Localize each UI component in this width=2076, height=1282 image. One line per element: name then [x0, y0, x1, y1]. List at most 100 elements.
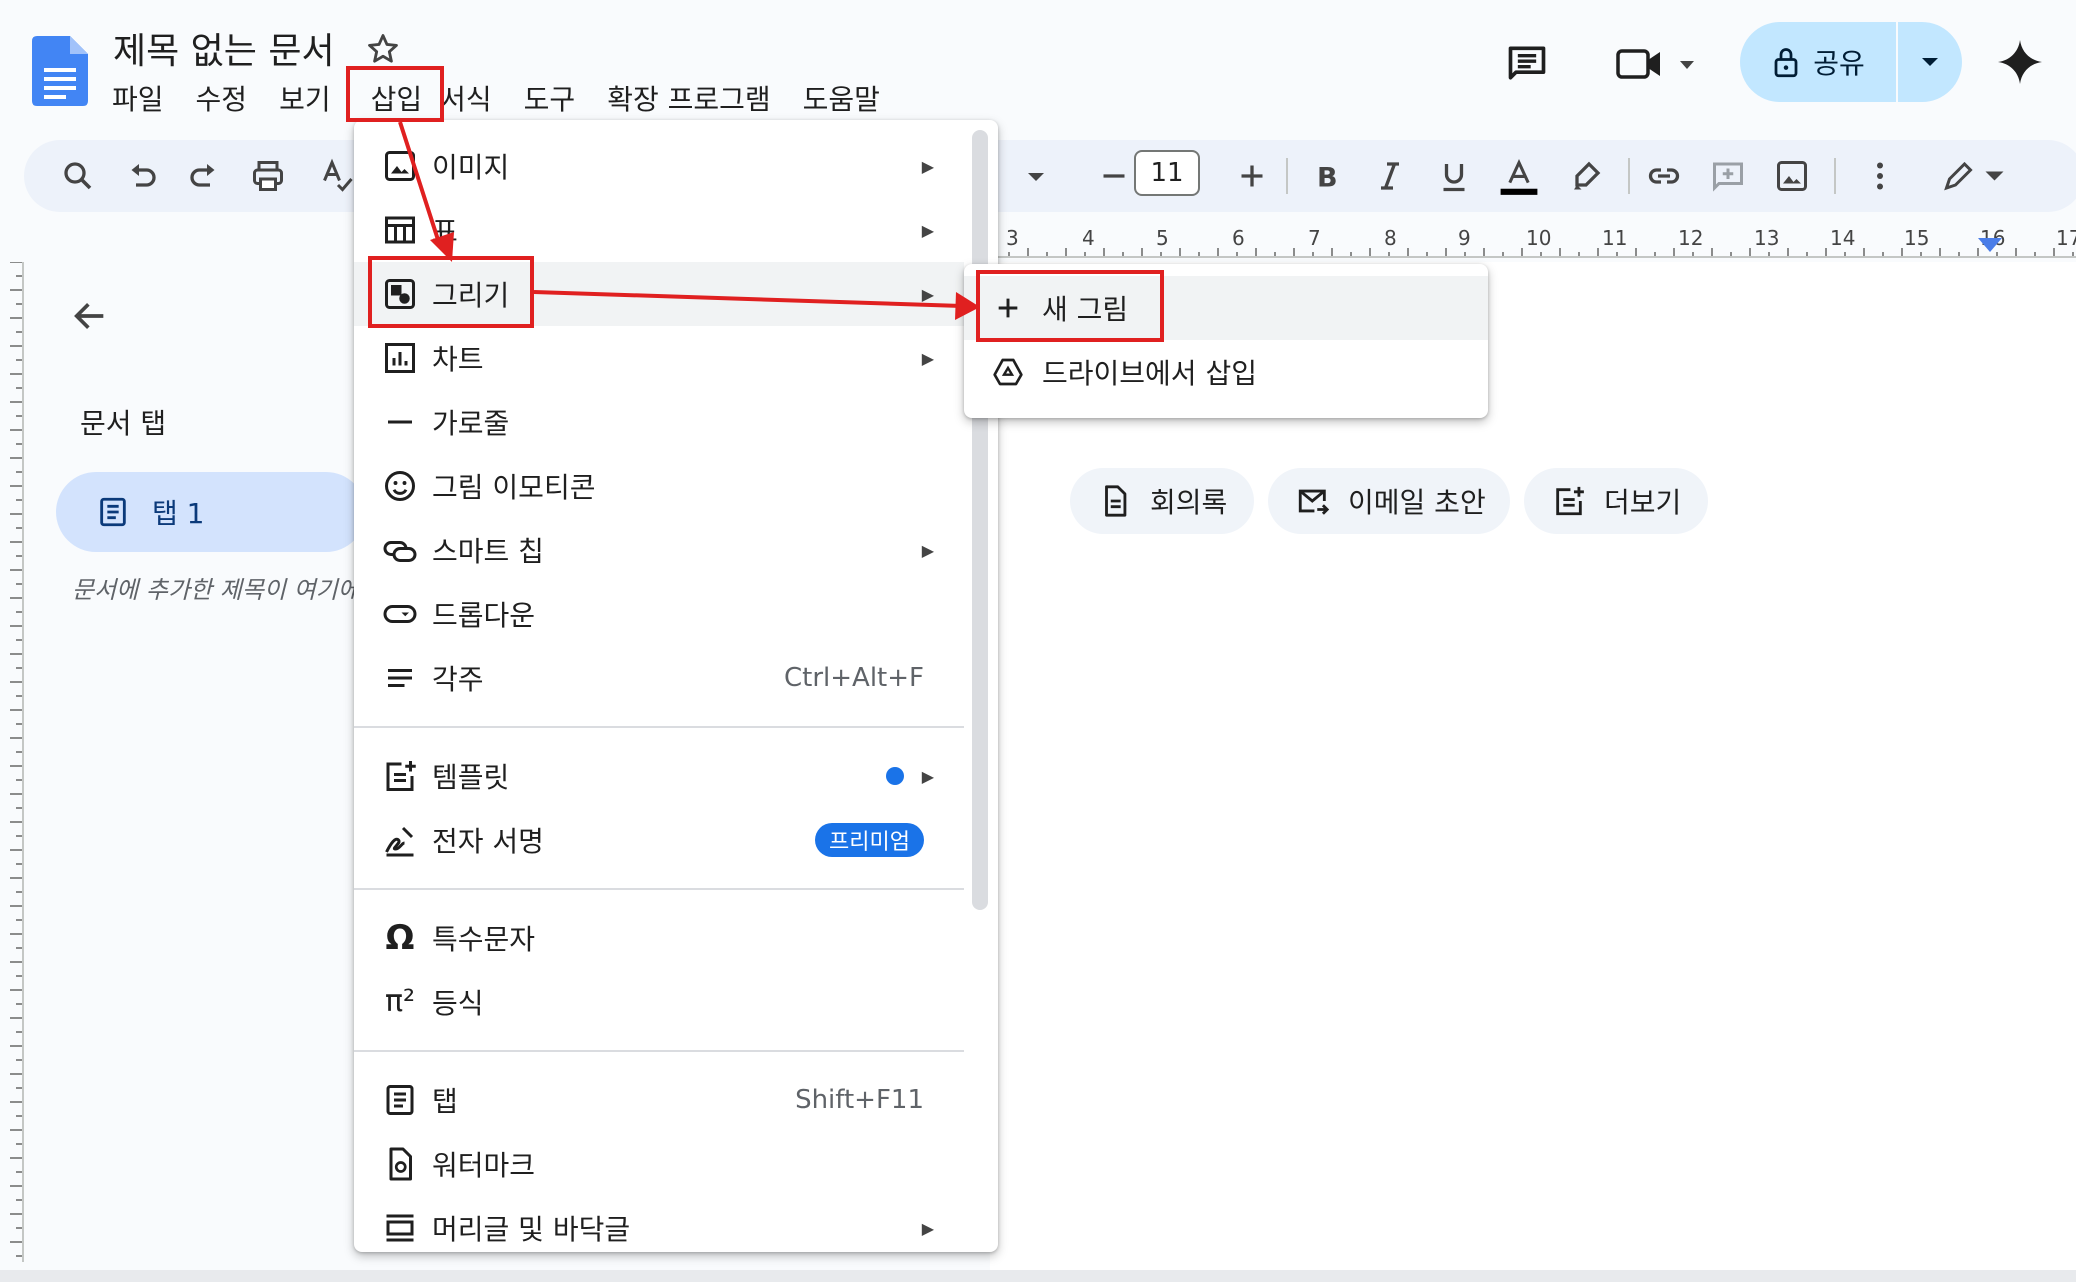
annotation-box-drawing: [368, 256, 534, 328]
submenu-item-from-drive[interactable]: 드라이브에서 삽입: [964, 340, 1488, 404]
menu-item-label: 이미지: [432, 151, 510, 184]
annotation-box-insert-menu: [346, 66, 444, 122]
underline-icon[interactable]: [1436, 158, 1472, 194]
submenu-arrow-icon: ▶: [921, 156, 934, 176]
tab-hint-text: 문서에 추가한 제목이 여기에 표시됩니다: [72, 576, 358, 604]
highlight-icon[interactable]: [1568, 158, 1604, 194]
font-size-input[interactable]: 11: [1134, 150, 1200, 196]
menu-item-tab[interactable]: 탭 Shift+F11: [354, 1068, 964, 1132]
right-indent-marker-icon[interactable]: [1978, 238, 2002, 254]
menu-divider: [354, 726, 964, 728]
share-button[interactable]: 공유: [1740, 22, 1962, 102]
menu-item-header-footer[interactable]: 머리글 및 바닥글 ▶: [354, 1196, 964, 1252]
menu-item-equation[interactable]: π² 등식: [354, 970, 964, 1034]
shortcut-text: Ctrl+Alt+F: [784, 663, 924, 693]
submenu-arrow-icon: ▶: [921, 540, 934, 560]
header-footer-icon: [386, 1214, 414, 1242]
gemini-spark-icon[interactable]: [1996, 38, 2044, 86]
sidebar-tab-1[interactable]: 탭 1: [56, 472, 366, 552]
comments-icon[interactable]: [1505, 41, 1549, 85]
insert-image-icon[interactable]: [1774, 158, 1810, 194]
bold-icon[interactable]: B: [1308, 158, 1344, 194]
editing-mode-icon[interactable]: [1940, 158, 2010, 194]
share-main[interactable]: 공유: [1740, 22, 1898, 102]
back-arrow-icon[interactable]: [70, 296, 110, 336]
decrease-font-size-icon[interactable]: [1096, 158, 1132, 194]
menu-item-watermark[interactable]: 워터마크: [354, 1132, 964, 1196]
ruler-number: 5: [1156, 226, 1169, 250]
template-icon: [386, 761, 416, 791]
meet-video-icon[interactable]: [1614, 45, 1704, 83]
emoji-icon: [385, 471, 415, 501]
share-label: 공유: [1813, 47, 1865, 80]
toolbar: B: [24, 140, 2076, 212]
menu-item-label: 전자 서명: [432, 825, 544, 858]
ruler-number: 14: [1830, 226, 1856, 250]
more-options-icon[interactable]: [1862, 158, 1898, 194]
menu-item-special-characters[interactable]: Ω 특수문자: [354, 906, 964, 970]
menu-file[interactable]: 파일: [112, 78, 164, 118]
horizontal-scrollbar[interactable]: [0, 1270, 2076, 1282]
chip-meeting-notes[interactable]: 회의록: [1070, 468, 1254, 534]
search-icon[interactable]: [60, 158, 96, 194]
chip-more[interactable]: 더보기: [1524, 468, 1708, 534]
menu-edit[interactable]: 수정: [196, 78, 248, 118]
star-icon[interactable]: [364, 30, 402, 68]
menu-format[interactable]: 서식: [440, 78, 492, 118]
google-drive-icon: [993, 358, 1023, 386]
menu-item-templates[interactable]: 템플릿 ▶: [354, 744, 964, 808]
italic-icon[interactable]: [1372, 158, 1408, 194]
menu-help[interactable]: 도움말: [803, 78, 880, 118]
dropdown-chip-icon: [383, 605, 417, 623]
undo-icon[interactable]: [124, 158, 160, 194]
menu-item-emoji[interactable]: 그림 이모티콘: [354, 454, 964, 518]
menu-item-chart[interactable]: 차트 ▶: [354, 326, 964, 390]
menu-tools[interactable]: 도구: [524, 78, 576, 118]
style-dropdown-icon[interactable]: [1024, 158, 1048, 194]
menu-bar: 파일 수정 보기 삽입 서식 도구 확장 프로그램 도움말: [112, 76, 912, 120]
tab-document-icon: [100, 497, 126, 527]
footnote-icon: [388, 669, 412, 687]
menu-item-label: 워터마크: [432, 1149, 536, 1182]
submenu-arrow-icon: ▶: [921, 1218, 934, 1238]
tab-label: 탭 1: [152, 497, 205, 530]
text-color-icon[interactable]: [1496, 158, 1542, 195]
menu-item-esignature[interactable]: 전자 서명 프리미엄: [354, 808, 964, 872]
document-tabs-heading: 문서 탭: [80, 407, 167, 440]
menu-item-table[interactable]: 표 ▶: [354, 198, 964, 262]
omega-icon: Ω: [385, 918, 415, 958]
menu-view[interactable]: 보기: [279, 78, 331, 118]
share-dropdown-icon[interactable]: [1898, 56, 1962, 68]
menu-extensions[interactable]: 확장 프로그램: [607, 78, 770, 118]
menu-item-footnote[interactable]: 각주 Ctrl+Alt+F: [354, 646, 964, 710]
menu-divider: [354, 888, 964, 890]
tab-icon: [386, 1085, 414, 1115]
chip-label: 회의록: [1150, 486, 1228, 519]
chart-icon: [385, 343, 415, 373]
svg-text:B: B: [1317, 163, 1338, 194]
ruler-number: 11: [1602, 226, 1628, 250]
menu-item-image[interactable]: 이미지 ▶: [354, 134, 964, 198]
spellcheck-icon[interactable]: [320, 158, 353, 194]
menu-item-label: 특수문자: [432, 923, 536, 956]
menu-item-dropdown[interactable]: 드롭다운: [354, 582, 964, 646]
annotation-box-new-drawing: [976, 270, 1164, 342]
menu-item-label: 머리글 및 바닥글: [432, 1213, 631, 1246]
print-icon[interactable]: [250, 158, 286, 194]
add-comment-icon[interactable]: [1710, 158, 1746, 194]
increase-font-size-icon[interactable]: [1234, 158, 1270, 194]
link-icon[interactable]: [1646, 158, 1682, 194]
docs-logo-icon[interactable]: [32, 36, 88, 106]
watermark-icon: [389, 1147, 412, 1181]
submenu-arrow-icon: ▶: [921, 348, 934, 368]
ruler-number: 10: [1526, 226, 1552, 250]
document-title[interactable]: 제목 없는 문서: [113, 22, 335, 74]
premium-badge: 프리미엄: [815, 823, 924, 857]
ruler-number: 6: [1232, 226, 1245, 250]
menu-item-label: 탭: [432, 1085, 458, 1118]
menu-item-smart-chips[interactable]: 스마트 칩 ▶: [354, 518, 964, 582]
redo-icon[interactable]: [186, 158, 222, 194]
chip-email-draft[interactable]: 이메일 초안: [1268, 468, 1510, 534]
menu-item-horizontal-line[interactable]: 가로줄: [354, 390, 964, 454]
menu-scrollbar[interactable]: [972, 130, 988, 910]
